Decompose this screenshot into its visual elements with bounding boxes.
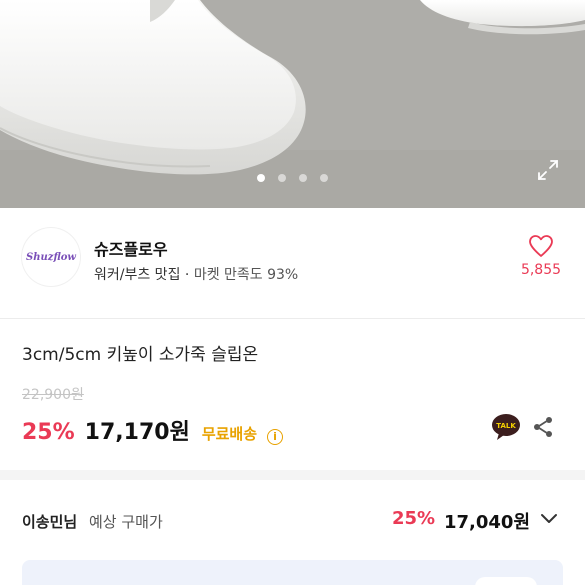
member-discount-rate: 25% [392, 508, 436, 529]
expected-price-label: 예상 구매가 [89, 513, 163, 531]
carousel-dots [0, 174, 585, 182]
original-price: 22,900원 [22, 387, 84, 403]
expand-icon[interactable] [536, 158, 560, 182]
divider [0, 318, 585, 319]
carousel-dot[interactable] [278, 174, 286, 182]
carousel-dot[interactable] [257, 174, 265, 182]
product-image-carousel[interactable] [0, 0, 585, 208]
sale-price: 17,170원 [84, 420, 190, 445]
separator: · [184, 267, 190, 283]
member-name: 이송민님 [22, 513, 78, 531]
kakao-talk-icon[interactable]: TALK [491, 413, 521, 441]
discount-rate: 25% [22, 420, 75, 445]
price-row: 25% 17,170원 무료배송 i [22, 414, 284, 446]
carousel-dot[interactable] [320, 174, 328, 182]
store-logo[interactable]: Shuzflow [22, 228, 80, 286]
coupon-button[interactable] [475, 577, 537, 585]
like-count: 5,855 [520, 262, 562, 278]
store-logo-text: Shuzflow [26, 251, 76, 263]
store-description: 워커/부츠 맛집 · 마켓 만족도 93% [94, 264, 298, 284]
chevron-down-icon[interactable] [540, 511, 558, 527]
section-divider [0, 470, 585, 480]
info-glyph: i [273, 430, 277, 443]
talk-label: TALK [496, 422, 516, 430]
store-category: 워커/부츠 맛집 [94, 267, 181, 283]
heart-icon[interactable] [528, 234, 554, 258]
share-icon[interactable] [531, 415, 555, 439]
carousel-dot[interactable] [299, 174, 307, 182]
member-expected-price: 17,040원 [444, 512, 531, 533]
info-icon[interactable]: i [267, 428, 284, 445]
store-name[interactable]: 슈즈플로우 [94, 236, 168, 260]
product-title: 3cm/5cm 키높이 소가죽 슬립온 [22, 345, 259, 365]
free-shipping-badge: 무료배송 [201, 425, 258, 443]
store-satisfaction: 마켓 만족도 93% [193, 267, 299, 283]
